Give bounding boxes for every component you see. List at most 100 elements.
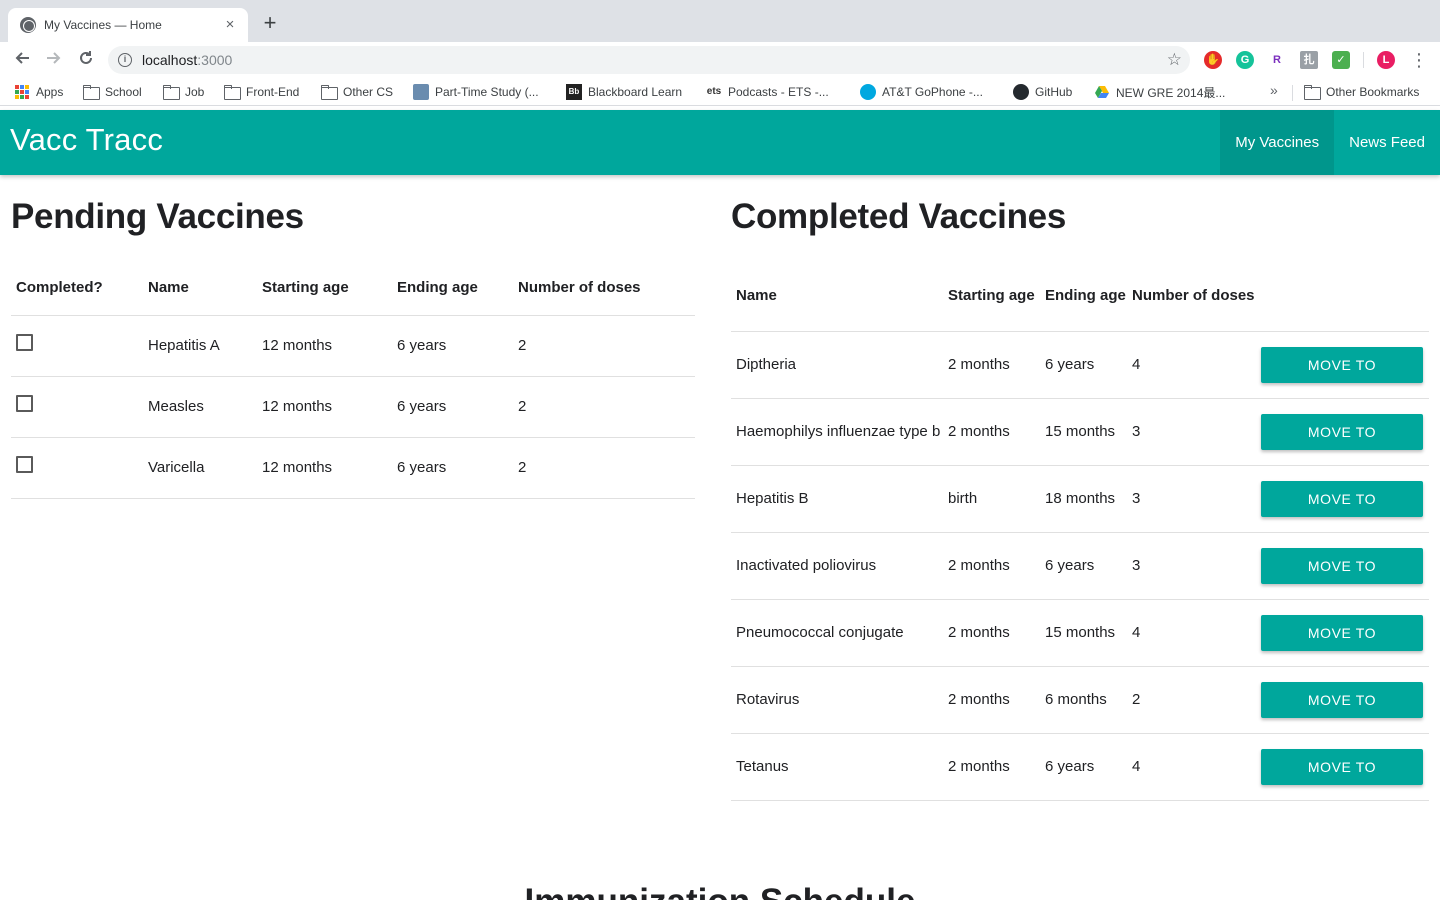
more-vert-icon[interactable]: ⋮ [1410, 48, 1428, 72]
completed-title: Completed Vaccines [731, 197, 1067, 236]
site-icon [413, 84, 429, 100]
bookmarks-divider [1292, 85, 1293, 101]
move-to-button[interactable]: MOVE TO [1261, 480, 1423, 517]
new-tab-icon[interactable]: + [258, 11, 282, 35]
bookmark-label: Blackboard Learn [588, 85, 683, 99]
dictionary-extension-icon[interactable]: 扎 [1300, 51, 1318, 69]
url-port: :3000 [197, 52, 233, 68]
bookmark-label: NEW GRE 2014最... [1116, 85, 1226, 100]
move-to-button[interactable]: MOVE TO [1261, 748, 1423, 785]
bookmark-front-end[interactable]: Front-End [224, 83, 299, 101]
bookmark-new-gre[interactable]: NEW GRE 2014最... [1094, 83, 1225, 101]
bookmark-github[interactable]: GitHub [1013, 83, 1072, 101]
bookmark-part-time-study[interactable]: Part-Time Study (... [413, 83, 539, 101]
adblock-extension-icon[interactable]: ✋ [1204, 51, 1222, 69]
completed-vaccines-panel: Completed Vaccines Name Starting age End… [731, 175, 1429, 801]
bookmark-other-bookmarks[interactable]: Other Bookmarks [1304, 83, 1419, 101]
number-of-doses: 4 [1132, 623, 1141, 641]
bookmark-other-cs[interactable]: Other CS [321, 83, 393, 101]
move-to-button[interactable]: MOVE TO [1261, 413, 1423, 450]
back-arrow-icon[interactable] [10, 48, 34, 72]
bookmark-label: School [105, 85, 142, 99]
table-row: Tetanus 2 months 6 years 4 MOVE TO [731, 733, 1429, 800]
table-row: Haemophilys influenzae type b 2 months 1… [731, 398, 1429, 465]
att-icon [860, 84, 876, 100]
table-row: Measles 12 months 6 years 2 [11, 376, 695, 437]
move-to-button[interactable]: MOVE TO [1261, 547, 1423, 584]
ending-age: 15 months [1045, 422, 1116, 440]
completed-header-row: Name Starting age Ending age Number of d… [731, 261, 1429, 331]
folder-icon [163, 84, 180, 100]
info-icon[interactable]: i [118, 53, 132, 67]
ending-age: 6 months [1045, 690, 1107, 708]
completed-checkbox[interactable] [16, 334, 33, 351]
forward-arrow-icon[interactable] [42, 48, 66, 72]
starting-age: 2 months [948, 556, 1010, 574]
reload-icon[interactable] [74, 48, 98, 72]
completed-table: Name Starting age Ending age Number of d… [731, 261, 1429, 801]
bookmarks-bar: Apps School Job Front-End Other CS Part-… [0, 78, 1440, 106]
vaccine-name: Pneumococcal conjugate [736, 623, 904, 641]
tab-title: My Vaccines — Home [44, 18, 162, 32]
inbox-extension-icon[interactable]: ✓ [1332, 51, 1350, 69]
number-of-doses: 2 [518, 337, 527, 354]
github-icon [1013, 84, 1029, 100]
bookmark-podcasts-ets[interactable]: ets Podcasts - ETS -... [706, 83, 829, 101]
immunization-schedule-title: Immunization Schedule [0, 882, 1440, 900]
bookmark-label: Other Bookmarks [1326, 85, 1420, 99]
bookmark-att-gophone[interactable]: AT&T GoPhone -... [860, 83, 983, 101]
move-to-button[interactable]: MOVE TO [1261, 681, 1423, 718]
brand-logo[interactable]: Vacc Tracc [10, 122, 163, 158]
number-of-doses: 2 [1132, 690, 1141, 708]
move-to-button[interactable]: MOVE TO [1261, 346, 1423, 383]
nav-links: My Vaccines News Feed [1220, 110, 1440, 175]
bookmark-label: Apps [36, 85, 64, 99]
nav-my-vaccines[interactable]: My Vaccines [1220, 110, 1335, 175]
number-of-doses: 3 [1132, 422, 1141, 440]
vaccine-name: Hepatitis B [736, 489, 809, 507]
ending-age: 6 years [1045, 556, 1095, 574]
bookmark-blackboard[interactable]: Bb Blackboard Learn [566, 83, 682, 101]
app-navbar: Vacc Tracc My Vaccines News Feed [0, 110, 1440, 175]
nav-news-feed[interactable]: News Feed [1334, 110, 1440, 175]
vaccine-name: Diptheria [736, 355, 797, 373]
move-to-button[interactable]: MOVE TO [1261, 614, 1423, 651]
ets-icon: ets [706, 86, 722, 97]
folder-icon [224, 84, 241, 100]
bookmark-job[interactable]: Job [163, 83, 204, 101]
bookmark-label: Part-Time Study (... [435, 85, 539, 99]
bookmark-star-icon[interactable]: ☆ [1167, 50, 1182, 70]
bookmark-label: Podcasts - ETS -... [728, 85, 829, 99]
table-row: Pneumococcal conjugate 2 months 15 month… [731, 599, 1429, 666]
ending-age: 6 years [1045, 355, 1095, 373]
profile-avatar[interactable]: L [1377, 51, 1395, 69]
table-row: Varicella 12 months 6 years 2 [11, 437, 695, 498]
grammarly-extension-icon[interactable]: G [1236, 51, 1254, 69]
vaccine-name: Hepatitis A [148, 337, 220, 354]
completed-checkbox[interactable] [16, 395, 33, 412]
starting-age: 2 months [948, 355, 1010, 373]
browser-tab[interactable]: My Vaccines — Home × [8, 8, 248, 42]
ending-age: 6 years [1045, 757, 1095, 775]
chevron-right-double-icon[interactable]: » [1270, 82, 1278, 98]
completed-checkbox[interactable] [16, 456, 33, 473]
table-row: Rotavirus 2 months 6 months 2 MOVE TO [731, 666, 1429, 733]
close-tab-icon[interactable]: × [222, 17, 238, 33]
globe-icon [20, 17, 36, 33]
browser-toolbar: i localhost:3000 ☆ ✋ G R 扎 ✓ L ⋮ [0, 42, 1440, 78]
bookmark-label: Front-End [246, 85, 300, 99]
table-row: Hepatitis B birth 18 months 3 MOVE TO [731, 465, 1429, 532]
starting-age: birth [948, 489, 978, 507]
r-extension-icon[interactable]: R [1268, 51, 1286, 69]
folder-icon [1304, 84, 1321, 100]
number-of-doses: 4 [1132, 355, 1141, 373]
pending-vaccines-panel: Pending Vaccines Completed? Name Startin… [11, 175, 709, 499]
bookmark-label: GitHub [1035, 85, 1073, 99]
bookmark-school[interactable]: School [83, 83, 142, 101]
bookmark-label: Job [185, 85, 205, 99]
address-bar[interactable]: i localhost:3000 ☆ [108, 46, 1190, 74]
number-of-doses: 3 [1132, 556, 1141, 574]
number-of-doses: 2 [518, 398, 527, 415]
vaccine-name: Measles [148, 398, 204, 415]
bookmark-apps[interactable]: Apps [14, 83, 63, 101]
